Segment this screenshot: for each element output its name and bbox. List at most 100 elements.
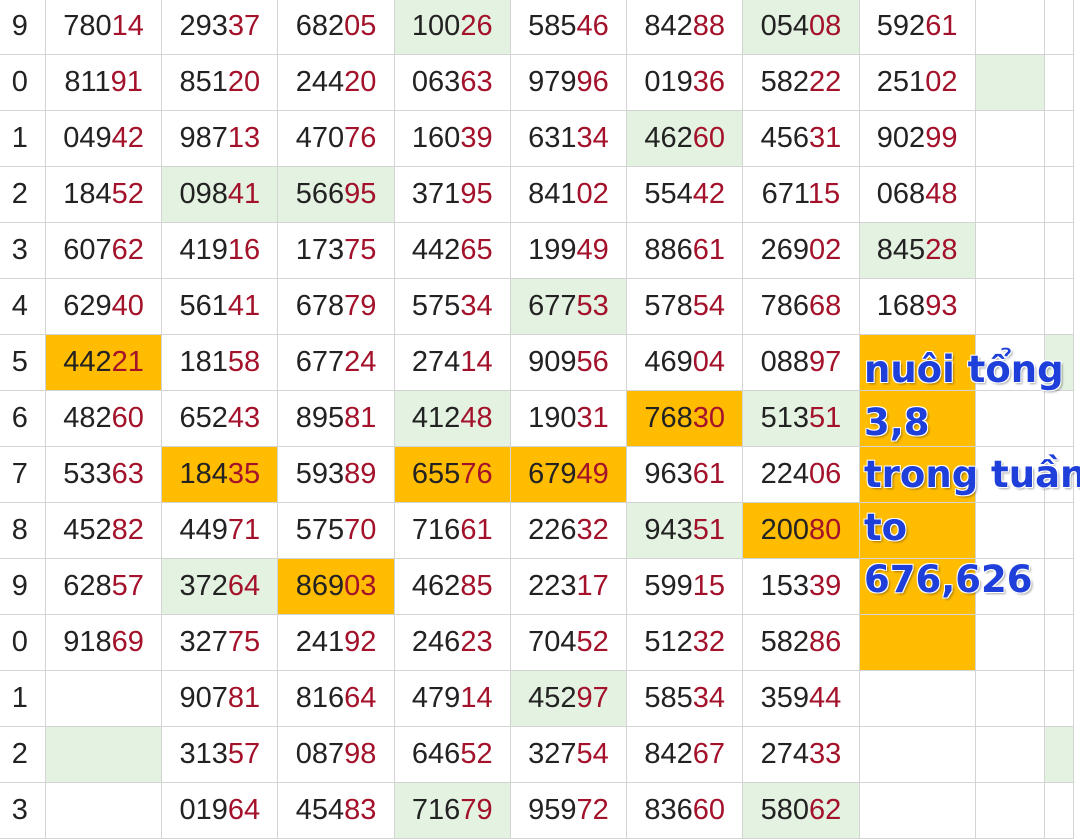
number-tail: 34 (460, 290, 493, 322)
number-cell: 67115 (742, 166, 860, 223)
number-cell: 45297 (509, 670, 628, 727)
number-cell (974, 278, 1045, 335)
row-label: 9 (0, 0, 46, 55)
number-head: 274 (760, 738, 809, 770)
number-head: 313 (179, 738, 228, 770)
number-head: 682 (295, 10, 345, 42)
number-cell (974, 782, 1045, 839)
number-tail: 41 (227, 178, 261, 210)
table-row: 2 31357 08798 64652 32754 84267 27433 (0, 726, 1075, 783)
number-cell: 45483 (277, 782, 395, 839)
number-head: 629 (63, 290, 112, 322)
number-head: 241 (295, 626, 345, 658)
number-tail: 42 (692, 178, 726, 210)
number-tail: 56 (576, 346, 609, 378)
number-cell: 67724 (277, 334, 395, 391)
number-tail: 52 (460, 738, 493, 770)
number-tail: 63 (111, 458, 144, 490)
number-cell: 81664 (277, 670, 395, 727)
number-tail: 04 (692, 346, 726, 378)
table-row: 1 90781 81664 47914 45297 58534 35944 (0, 670, 1075, 727)
number-cell: 45282 (44, 502, 163, 559)
number-tail: 65 (460, 234, 493, 266)
number-cell: 97996 (509, 54, 628, 111)
number-head: 768 (644, 402, 693, 434)
number-tail: 52 (111, 178, 144, 210)
number-cell: 37195 (393, 166, 511, 223)
number-cell: 59261 (858, 0, 976, 55)
number-tail: 33 (808, 738, 842, 770)
row-label: 3 (0, 222, 46, 279)
number-cell: 06363 (393, 54, 511, 111)
number-tail: 44 (808, 682, 842, 714)
number-cell (44, 782, 163, 839)
number-cell: 46260 (626, 110, 744, 167)
number-head: 585 (528, 10, 577, 42)
number-cell: 37264 (161, 558, 279, 615)
number-head: 842 (644, 10, 693, 42)
number-cell: 09841 (161, 166, 279, 223)
number-head: 359 (760, 682, 809, 714)
number-head: 199 (528, 234, 577, 266)
number-cell: 51351 (742, 390, 860, 447)
number-tail: 40 (111, 290, 144, 322)
number-head: 452 (63, 514, 112, 546)
number-cell: 32754 (509, 726, 628, 783)
number-tail: 41 (227, 290, 261, 322)
number-head: 098 (179, 178, 228, 210)
number-tail: 79 (344, 290, 377, 322)
number-cell: 76830 (626, 390, 744, 447)
number-head: 786 (760, 290, 809, 322)
number-tail: 49 (576, 458, 609, 490)
number-head: 419 (179, 234, 228, 266)
number-head: 442 (63, 346, 112, 378)
number-cell: 51232 (626, 614, 744, 671)
number-cell (858, 614, 976, 671)
number-tail: 80 (808, 514, 842, 546)
number-cell: 70452 (509, 614, 628, 671)
table-row: 0 91869 32775 24192 24623 70452 51232 58286 (0, 614, 1075, 671)
number-head: 224 (760, 458, 809, 490)
number-tail: 97 (576, 682, 609, 714)
number-cell: 58222 (742, 54, 860, 111)
number-head: 184 (63, 178, 112, 210)
number-cell (974, 614, 1045, 671)
number-cell (1043, 166, 1075, 223)
number-cell: 31357 (161, 726, 279, 783)
number-head: 886 (644, 234, 693, 266)
number-cell: 06848 (858, 166, 976, 223)
number-cell (1043, 782, 1075, 839)
number-cell: 08798 (277, 726, 395, 783)
number-cell: 81191 (44, 54, 163, 111)
number-cell: 84102 (509, 166, 628, 223)
number-head: 054 (760, 10, 809, 42)
number-head: 678 (295, 290, 345, 322)
number-tail: 48 (460, 402, 493, 434)
number-tail: 57 (227, 738, 261, 770)
number-head: 979 (528, 66, 577, 98)
number-head: 780 (63, 10, 112, 42)
number-head: 959 (528, 794, 577, 826)
number-tail: 62 (808, 794, 842, 826)
number-head: 592 (876, 10, 926, 42)
number-head: 200 (760, 514, 809, 546)
number-cell: 47076 (277, 110, 395, 167)
number-tail: 51 (808, 402, 842, 434)
number-tail: 15 (807, 178, 841, 210)
number-tail: 14 (460, 346, 493, 378)
table-row: 9 78014 29337 68205 10026 58546 84288 05408 5926… (0, 0, 1075, 55)
number-head: 223 (528, 570, 577, 602)
row-label: 8 (0, 502, 46, 559)
number-tail: 64 (344, 682, 377, 714)
number-head: 631 (528, 122, 577, 154)
number-cell: 65576 (393, 446, 511, 503)
number-cell: 71679 (393, 782, 511, 839)
table-row: 3 60762 41916 17375 44265 19949 88661 26902 8452… (0, 222, 1075, 279)
number-cell: 85120 (161, 54, 279, 111)
number-tail: 28 (925, 234, 958, 266)
number-head: 869 (295, 570, 345, 602)
number-cell: 67879 (277, 278, 395, 335)
number-head: 704 (528, 626, 577, 658)
number-cell: 59915 (626, 558, 744, 615)
number-cell (974, 110, 1045, 167)
